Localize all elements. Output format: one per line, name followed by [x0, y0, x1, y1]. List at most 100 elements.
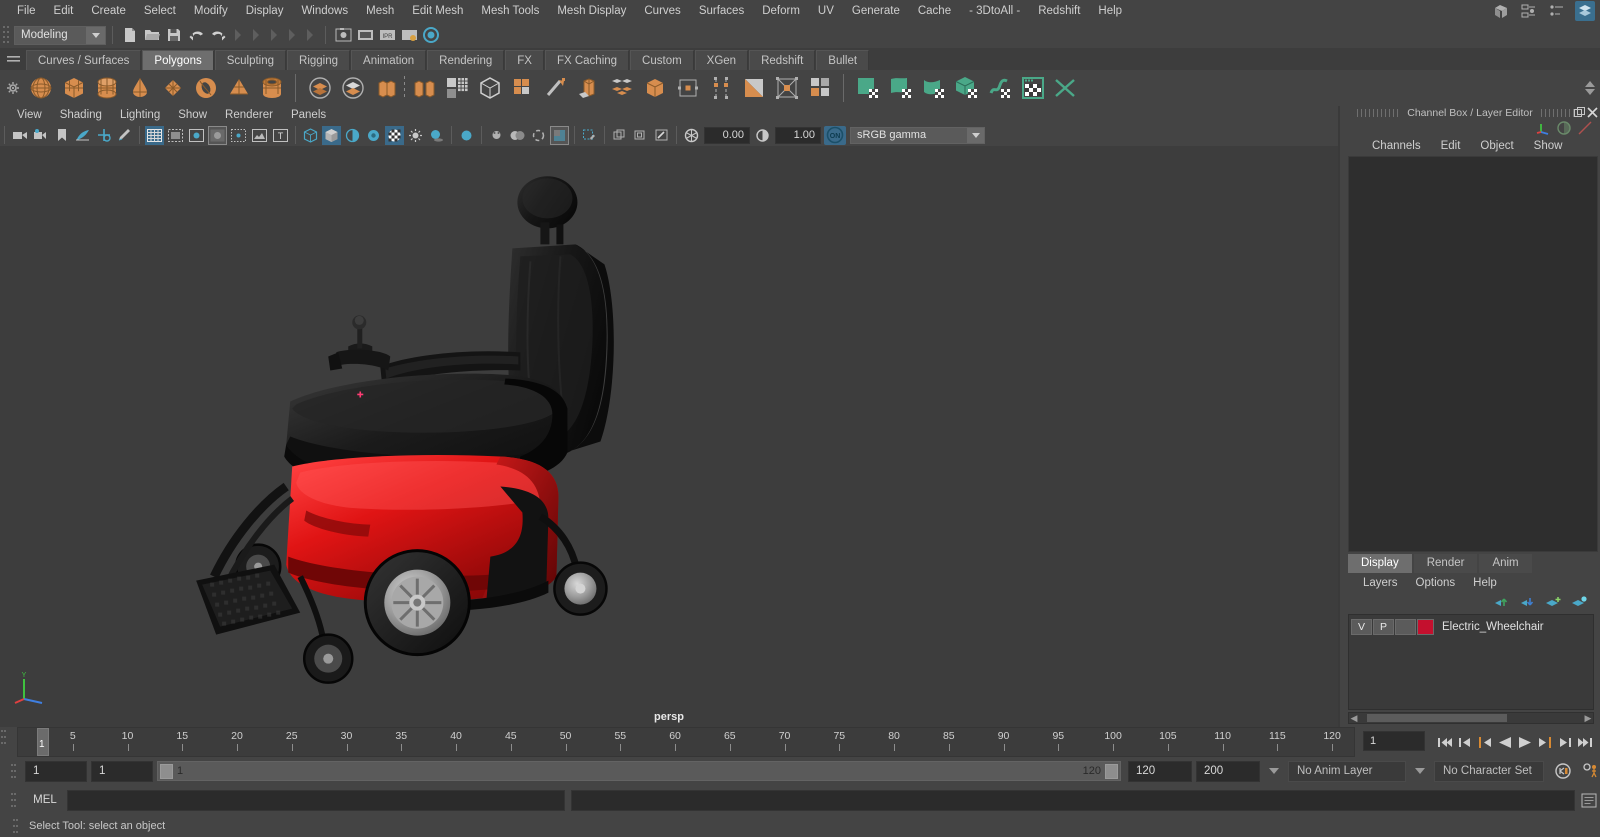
status-collapse-4[interactable] — [289, 29, 295, 41]
character-set-dropdown-arrow[interactable] — [1415, 768, 1425, 774]
film-origin-icon[interactable] — [229, 126, 248, 145]
layer-list[interactable]: V P Electric_Wheelchair — [1348, 614, 1594, 710]
poly-cone-icon[interactable] — [123, 72, 156, 104]
layer-tab-render[interactable]: Render — [1413, 554, 1478, 573]
image-plane-icon[interactable] — [73, 126, 92, 145]
viewport-menu-shading[interactable]: Shading — [51, 106, 111, 124]
poly-torus-icon[interactable] — [189, 72, 222, 104]
poly-sphere-icon[interactable] — [24, 72, 57, 104]
two-d-pan-zoom-icon[interactable] — [94, 126, 113, 145]
3d-viewport[interactable]: Y persp — [0, 146, 1338, 727]
channel-box-menu-edit[interactable]: Edit — [1431, 140, 1471, 152]
layer-row[interactable]: V P Electric_Wheelchair — [1349, 617, 1593, 636]
color-management-selector[interactable]: sRGB gamma — [850, 126, 985, 144]
view-transform-icon[interactable] — [652, 126, 671, 145]
menu-display[interactable]: Display — [237, 0, 293, 22]
select-camera-icon[interactable] — [10, 126, 29, 145]
render-view-icon[interactable] — [333, 25, 353, 45]
viewport-menu-renderer[interactable]: Renderer — [216, 106, 282, 124]
shelf-tab-rigging[interactable]: Rigging — [287, 50, 351, 70]
undo-icon[interactable] — [186, 25, 206, 45]
poly-extrude-icon[interactable] — [506, 72, 539, 104]
channel-box-menu-channels[interactable]: Channels — [1362, 140, 1431, 152]
save-scene-icon[interactable] — [164, 25, 184, 45]
shelf-tab-custom[interactable]: Custom — [630, 50, 694, 70]
poly-sculpt-icon[interactable] — [770, 72, 803, 104]
menu-generate[interactable]: Generate — [843, 0, 909, 22]
current-time-indicator[interactable]: 1 — [36, 728, 49, 756]
chevron-down-icon[interactable] — [967, 127, 984, 143]
viewport-menu-view[interactable]: View — [8, 106, 51, 124]
film-gate-icon[interactable] — [166, 126, 185, 145]
layer-menu-options[interactable]: Options — [1407, 577, 1465, 589]
layer-name[interactable]: Electric_Wheelchair — [1442, 621, 1544, 633]
menu-edit[interactable]: Edit — [45, 0, 83, 22]
scrollbar-thumb[interactable] — [1367, 714, 1507, 722]
use-default-material-icon[interactable] — [364, 126, 383, 145]
viewport-menu-panels[interactable]: Panels — [282, 106, 335, 124]
shelf-options-gear-icon[interactable] — [2, 81, 24, 95]
animation-preferences-icon[interactable] — [1582, 762, 1600, 780]
sidebar-toggle-icon[interactable] — [1491, 1, 1511, 21]
smooth-shade-icon[interactable] — [322, 125, 341, 145]
layer-visibility-toggle[interactable]: V — [1351, 618, 1372, 635]
menu-mesh[interactable]: Mesh — [357, 0, 403, 22]
hypershade-icon[interactable] — [421, 25, 441, 45]
go-to-end-icon[interactable] — [1575, 732, 1594, 752]
poly-mirror-icon[interactable] — [473, 72, 506, 104]
camera-attributes-icon[interactable] — [31, 126, 50, 145]
new-layer-from-selected-icon[interactable] — [1571, 595, 1588, 609]
range-slider-left-handle[interactable] — [160, 763, 173, 779]
poly-append-icon[interactable] — [671, 72, 704, 104]
menu-set-selector[interactable]: Modeling — [14, 25, 106, 45]
poly-merge-icon[interactable] — [605, 72, 638, 104]
menu-mesh-display[interactable]: Mesh Display — [548, 0, 635, 22]
resolution-gate-icon[interactable] — [187, 126, 206, 145]
step-forward-keyframe-icon[interactable] — [1555, 732, 1574, 752]
step-back-keyframe-icon[interactable] — [1455, 732, 1474, 752]
redo-icon[interactable] — [208, 25, 228, 45]
tool-settings-icon[interactable] — [1547, 1, 1567, 21]
uv-editor-icon[interactable] — [851, 72, 884, 104]
xray-joints-icon[interactable] — [610, 126, 629, 145]
status-collapse-2[interactable] — [253, 29, 259, 41]
safe-action-icon[interactable] — [250, 126, 269, 145]
range-slider[interactable]: 1 120 — [157, 761, 1121, 781]
time-slider[interactable]: 1 5 10 15 20 25 30 35 40 45 50 55 60 65 70 75 80 85 90 95 1… — [17, 727, 1355, 757]
shelf-tab-menu-icon[interactable] — [0, 48, 26, 70]
poly-cube-icon[interactable] — [57, 72, 90, 104]
new-scene-icon[interactable] — [120, 25, 140, 45]
viewport-menu-lighting[interactable]: Lighting — [111, 106, 169, 124]
menu-create[interactable]: Create — [82, 0, 135, 22]
poly-crease-icon[interactable] — [704, 72, 737, 104]
texture-icon[interactable] — [385, 125, 404, 145]
status-collapse-3[interactable] — [271, 29, 277, 41]
channel-box-icon[interactable] — [1575, 1, 1595, 21]
attribute-editor-icon[interactable] — [1519, 1, 1539, 21]
help-line-grip[interactable] — [12, 816, 19, 836]
menu-surfaces[interactable]: Surfaces — [690, 0, 753, 22]
shaded-sphere-icon[interactable] — [1557, 121, 1571, 135]
auto-keyframe-icon[interactable] — [1554, 762, 1572, 780]
exposure-icon[interactable] — [682, 126, 701, 145]
channel-box-menu-object[interactable]: Object — [1470, 140, 1523, 152]
anim-layer-dropdown-arrow[interactable] — [1269, 768, 1279, 774]
shelf-tab-fx-caching[interactable]: FX Caching — [544, 50, 630, 70]
xray-icon[interactable] — [580, 126, 599, 145]
layer-list-scrollbar[interactable]: ◀ ▶ — [1348, 712, 1594, 724]
uv-cut-icon[interactable] — [1049, 72, 1082, 104]
scroll-right-icon[interactable]: ▶ — [1583, 713, 1593, 724]
depth-of-field-icon[interactable] — [529, 126, 548, 145]
poly-booleans-union-icon[interactable] — [303, 72, 336, 104]
shelf-tab-polygons[interactable]: Polygons — [142, 50, 214, 70]
grease-pencil-icon[interactable] — [115, 126, 134, 145]
poly-plane-icon[interactable] — [156, 72, 189, 104]
step-back-frame-icon[interactable] — [1475, 732, 1494, 752]
layer-state-toggle[interactable] — [1395, 618, 1416, 635]
layer-color-swatch[interactable] — [1417, 618, 1434, 635]
xray-active-components-icon[interactable] — [631, 126, 650, 145]
close-icon[interactable] — [1587, 107, 1598, 118]
move-layer-down-icon[interactable] — [1519, 595, 1536, 609]
animation-end-field[interactable]: 200 — [1196, 760, 1260, 782]
shelf-tab-curves-surfaces[interactable]: Curves / Surfaces — [26, 50, 142, 70]
